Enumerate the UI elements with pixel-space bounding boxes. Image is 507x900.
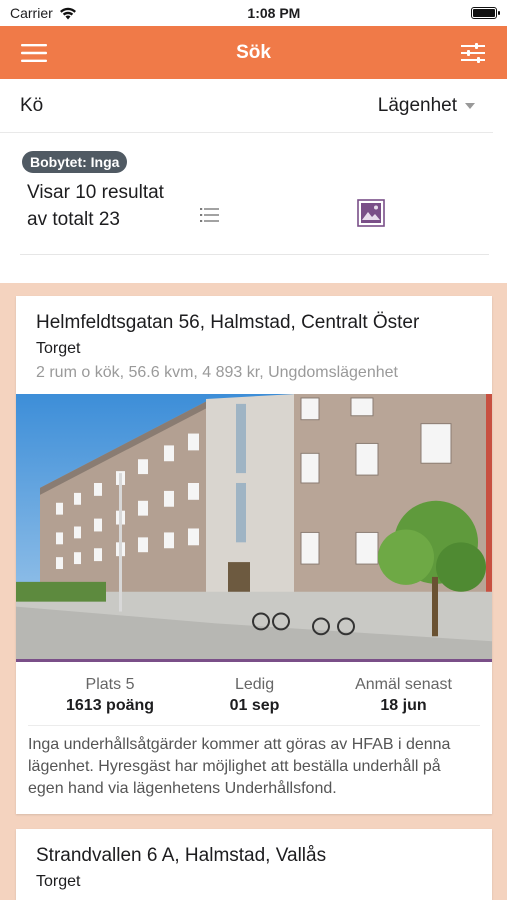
listing-photo [16,394,492,662]
listing-card[interactable]: Helmfeldtsgatan 56, Halmstad, Centralt Ö… [16,296,492,814]
swap-badge: Bobytet: Inga [22,151,128,173]
results-header: Bobytet: Inga Visar 10 resultat av total… [0,133,507,269]
listing-details: 2 rum o kök, 56.6 kvm, 4 893 kr, Ungdoms… [36,364,398,381]
listing-address: Helmfeldtsgatan 56, Halmstad, Centralt Ö… [36,312,420,333]
apply-deadline: Anmäl senast 18 jun [355,676,452,715]
listing-card[interactable]: Strandvallen 6 A, Halmstad, Vallås Torge… [16,829,492,900]
listing-area: Torget [36,340,81,357]
image-view-button[interactable] [357,199,385,232]
housing-type-select[interactable]: Lägenhet [378,95,475,117]
queue-place: Plats 5 1613 poäng [66,676,154,715]
listing-stats: Plats 5 1613 poäng Ledig 01 sep Anmäl se… [28,662,480,726]
listing-address: Strandvallen 6 A, Halmstad, Vallås [36,845,327,866]
deadline-label: Anmäl senast [355,676,452,693]
queue-place-label: Plats 5 [85,676,135,693]
divider [20,254,489,255]
battery-icon [470,7,500,19]
available-label: Ledig [234,676,275,693]
status-time: 1:08 PM [247,5,301,21]
list-view-button[interactable] [200,207,220,228]
hamburger-icon [21,43,47,62]
listing-header: Strandvallen 6 A, Halmstad, Vallås Torge… [16,829,492,900]
available-from: Ledig 01 sep [230,676,280,715]
chevron-down-icon [465,102,475,109]
image-icon [357,199,385,227]
wifi-icon [59,7,76,19]
listing-header: Helmfeldtsgatan 56, Halmstad, Centralt Ö… [16,296,492,394]
listing-description: Inga underhållsåtgärder kommer att göras… [28,736,451,797]
deadline-date: 18 jun [380,697,427,714]
housing-type-value: Lägenhet [377,94,457,116]
carrier-label: Carrier [10,5,53,21]
filter-row: Kö Lägenhet [0,79,493,133]
queue-label[interactable]: Kö [20,95,43,117]
listing-area: Torget [36,873,81,890]
available-date: 01 sep [229,697,280,714]
page-title: Sök [236,41,271,63]
status-bar: Carrier 1:08 PM [0,0,507,26]
listing-list: Helmfeldtsgatan 56, Halmstad, Centralt Ö… [0,283,507,900]
filter-settings-button[interactable] [459,39,487,67]
status-left: Carrier [10,5,77,21]
menu-button[interactable] [20,39,48,67]
queue-points: 1613 poäng [66,697,155,714]
list-icon [200,208,219,222]
app-bar: Sök [0,26,507,79]
sliders-icon [460,42,485,63]
result-count: Visar 10 resultat av totalt 23 [27,182,164,230]
